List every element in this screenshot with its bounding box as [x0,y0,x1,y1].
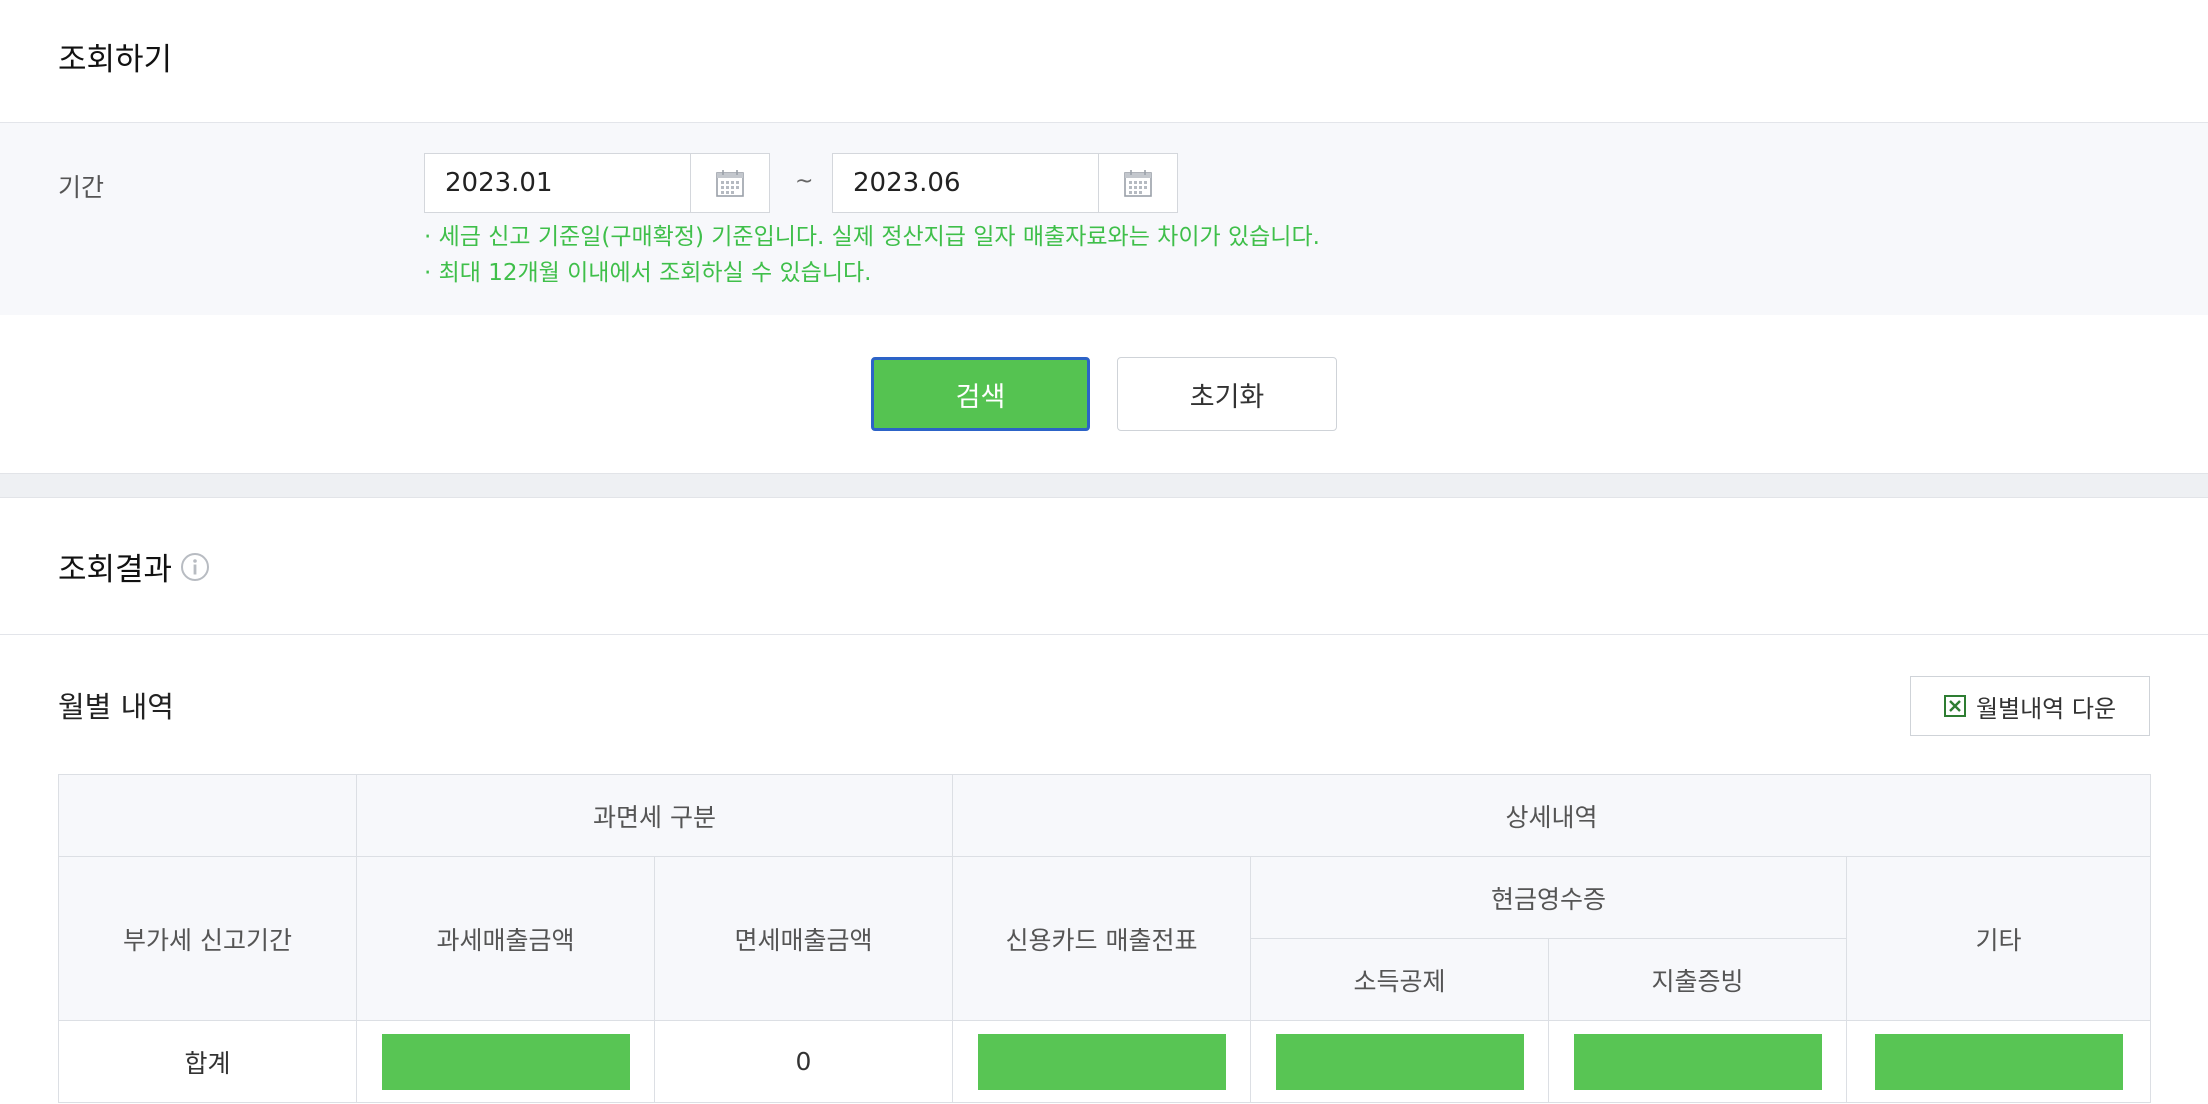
search-section-header: 조회하기 [0,0,2208,123]
table-header-card: 신용카드 매출전표 [952,856,1252,1021]
table-row-total: 합계 0 [58,1020,2152,1103]
result-section-header: 조회결과 [0,498,2208,635]
period-label: 기간 [58,173,105,202]
table-header-cash-receipt: 현금영수증 [1250,856,1848,939]
start-date-input[interactable]: 2023.01 [425,154,691,212]
total-other-cell [1846,1020,2152,1103]
table-header-row: 부가세 신고기간 과세매출금액 면세매출금액 신용카드 매출전표 현금영수증 기… [58,856,2152,1021]
redacted-value-bar [1874,1033,2123,1090]
table-header-group-row: 과면세 구분 상세내역 [58,774,2152,857]
reset-button[interactable]: 초기화 [1117,357,1337,431]
start-date-calendar-button[interactable] [691,154,769,212]
search-button[interactable]: 검색 [871,357,1090,431]
table-header-expense-proof: 지출증빙 [1548,938,1848,1021]
table-header-income-deduction: 소득공제 [1250,938,1550,1021]
table-header-tax-group: 과면세 구분 [355,774,954,857]
monthly-download-button[interactable]: 월별내역 다운 [1910,676,2150,736]
total-taxfree-cell: 0 [653,1020,954,1103]
table-header-taxfree: 면세매출금액 [653,856,954,1021]
table-header-detail-group: 상세내역 [952,774,2152,857]
redacted-value-bar [1275,1033,1524,1090]
search-button-row: 검색 초기화 [0,315,2208,473]
total-card-cell [952,1020,1252,1103]
period-filter-row: 기간 2023.01 ~ 2023.06 · 세금 신고 기준일(구매확정) 기… [0,123,2208,315]
notice-max-period: · 최대 12개월 이내에서 조회하실 수 있습니다. [424,260,872,286]
monthly-table: 과면세 구분 상세내역 부가세 신고기간 과세매출금액 면세매출금액 신용카드 … [58,774,2152,1103]
start-date-field: 2023.01 [424,153,770,213]
total-row-label: 합계 [58,1020,357,1103]
monthly-download-label: 월별내역 다운 [1975,694,2117,723]
redacted-value-bar [977,1033,1226,1090]
info-icon[interactable] [180,552,210,582]
end-date-field: 2023.06 [832,153,1178,213]
total-income-deduction-cell [1250,1020,1550,1103]
monthly-section-title: 월별 내역 [58,690,174,724]
total-expense-proof-cell [1548,1020,1848,1103]
excel-icon [1943,695,1966,717]
result-section-title: 조회결과 [58,552,173,588]
notice-tax-basis: · 세금 신고 기준일(구매확정) 기준입니다. 실제 정산지급 일자 매출자료… [424,224,1320,250]
end-date-calendar-button[interactable] [1099,154,1177,212]
total-taxable-cell [356,1020,655,1103]
table-header-taxable: 과세매출금액 [356,856,655,1021]
redacted-value-bar [381,1033,630,1090]
result-section-title-wrap: 조회결과 [58,544,210,589]
table-header-period: 부가세 신고기간 [58,856,357,1021]
table-header-empty [58,774,357,857]
section-divider [0,473,2208,498]
table-header-other: 기타 [1846,856,2152,1021]
redacted-value-bar [1573,1033,1822,1090]
calendar-icon [716,170,744,197]
search-section-title: 조회하기 [58,42,173,78]
calendar-icon [1124,170,1152,197]
date-range-separator: ~ [795,169,814,194]
end-date-input[interactable]: 2023.06 [833,154,1099,212]
